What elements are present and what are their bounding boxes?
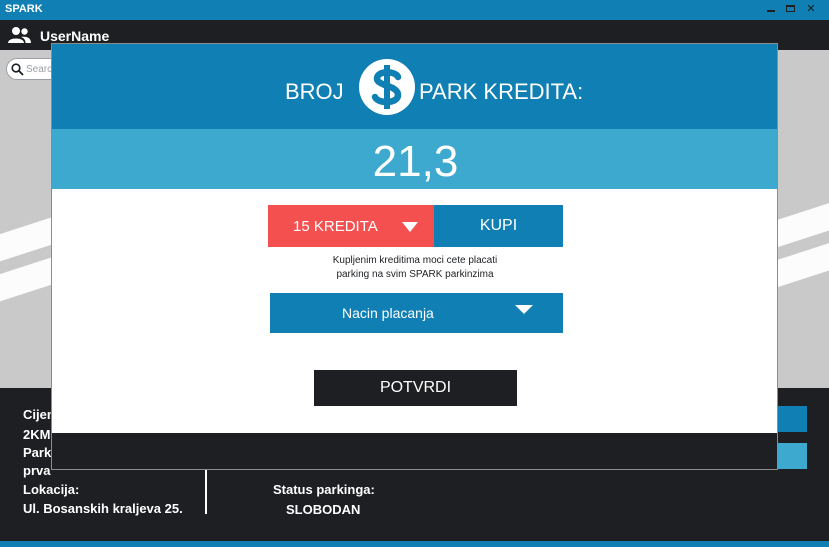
parking-value: prva: [23, 463, 51, 478]
credits-note: Kupljenim kreditima moci cete placati pa…: [252, 254, 578, 282]
minimize-icon[interactable]: [763, 1, 779, 17]
price-value: 2KM: [23, 427, 51, 442]
credit-balance-value: 21,3: [372, 137, 459, 186]
users-icon[interactable]: [7, 26, 31, 44]
dialog-footer: [52, 433, 777, 469]
buy-button[interactable]: KUPI: [434, 205, 563, 247]
side-action-button-2[interactable]: [777, 443, 807, 469]
buy-credits-dialog: BROJ PARK KREDITA: 21,3 15 KREDITA KUPI …: [51, 43, 778, 470]
username[interactable]: UserName: [40, 28, 109, 44]
dialog-header: BROJ PARK KREDITA:: [52, 44, 777, 129]
status-value: SLOBODAN: [286, 502, 361, 517]
buy-button-label: KUPI: [479, 217, 518, 234]
info-divider: [205, 470, 207, 514]
bottom-strip: [0, 541, 829, 547]
payment-method-selected: Nacin placanja: [342, 305, 434, 321]
credit-amount-select[interactable]: 15 KREDITA: [268, 205, 434, 247]
app-title: SPARK: [5, 3, 43, 15]
location-value: Ul. Bosanskih kraljeva 25.: [23, 501, 183, 516]
confirm-button[interactable]: POTVRDI: [314, 370, 517, 406]
credit-amount-selected: 15 KREDITA: [293, 218, 378, 235]
side-action-button-1[interactable]: [777, 406, 807, 432]
confirm-button-label: POTVRDI: [379, 379, 452, 396]
dollar-coin-icon: [359, 59, 415, 115]
dialog-title-left: BROJ: [285, 79, 344, 104]
maximize-icon[interactable]: [782, 1, 798, 17]
dropdown-arrow-icon: [515, 305, 533, 314]
credits-note-line-2: parking na svim SPARK parkinzima: [336, 269, 494, 280]
location-label: Lokacija:: [23, 482, 80, 497]
credits-note-line-1: Kupljenim kreditima moci cete placati: [332, 255, 498, 266]
status-label: Status parkinga:: [273, 482, 375, 497]
close-icon[interactable]: ✕: [803, 1, 819, 17]
window-title-bar: SPARK ✕: [0, 0, 829, 20]
search-icon: [11, 63, 24, 76]
dialog-title-right: PARK KREDITA:: [419, 79, 584, 104]
payment-method-select[interactable]: Nacin placanja: [270, 293, 563, 333]
dropdown-arrow-icon: [402, 222, 418, 232]
